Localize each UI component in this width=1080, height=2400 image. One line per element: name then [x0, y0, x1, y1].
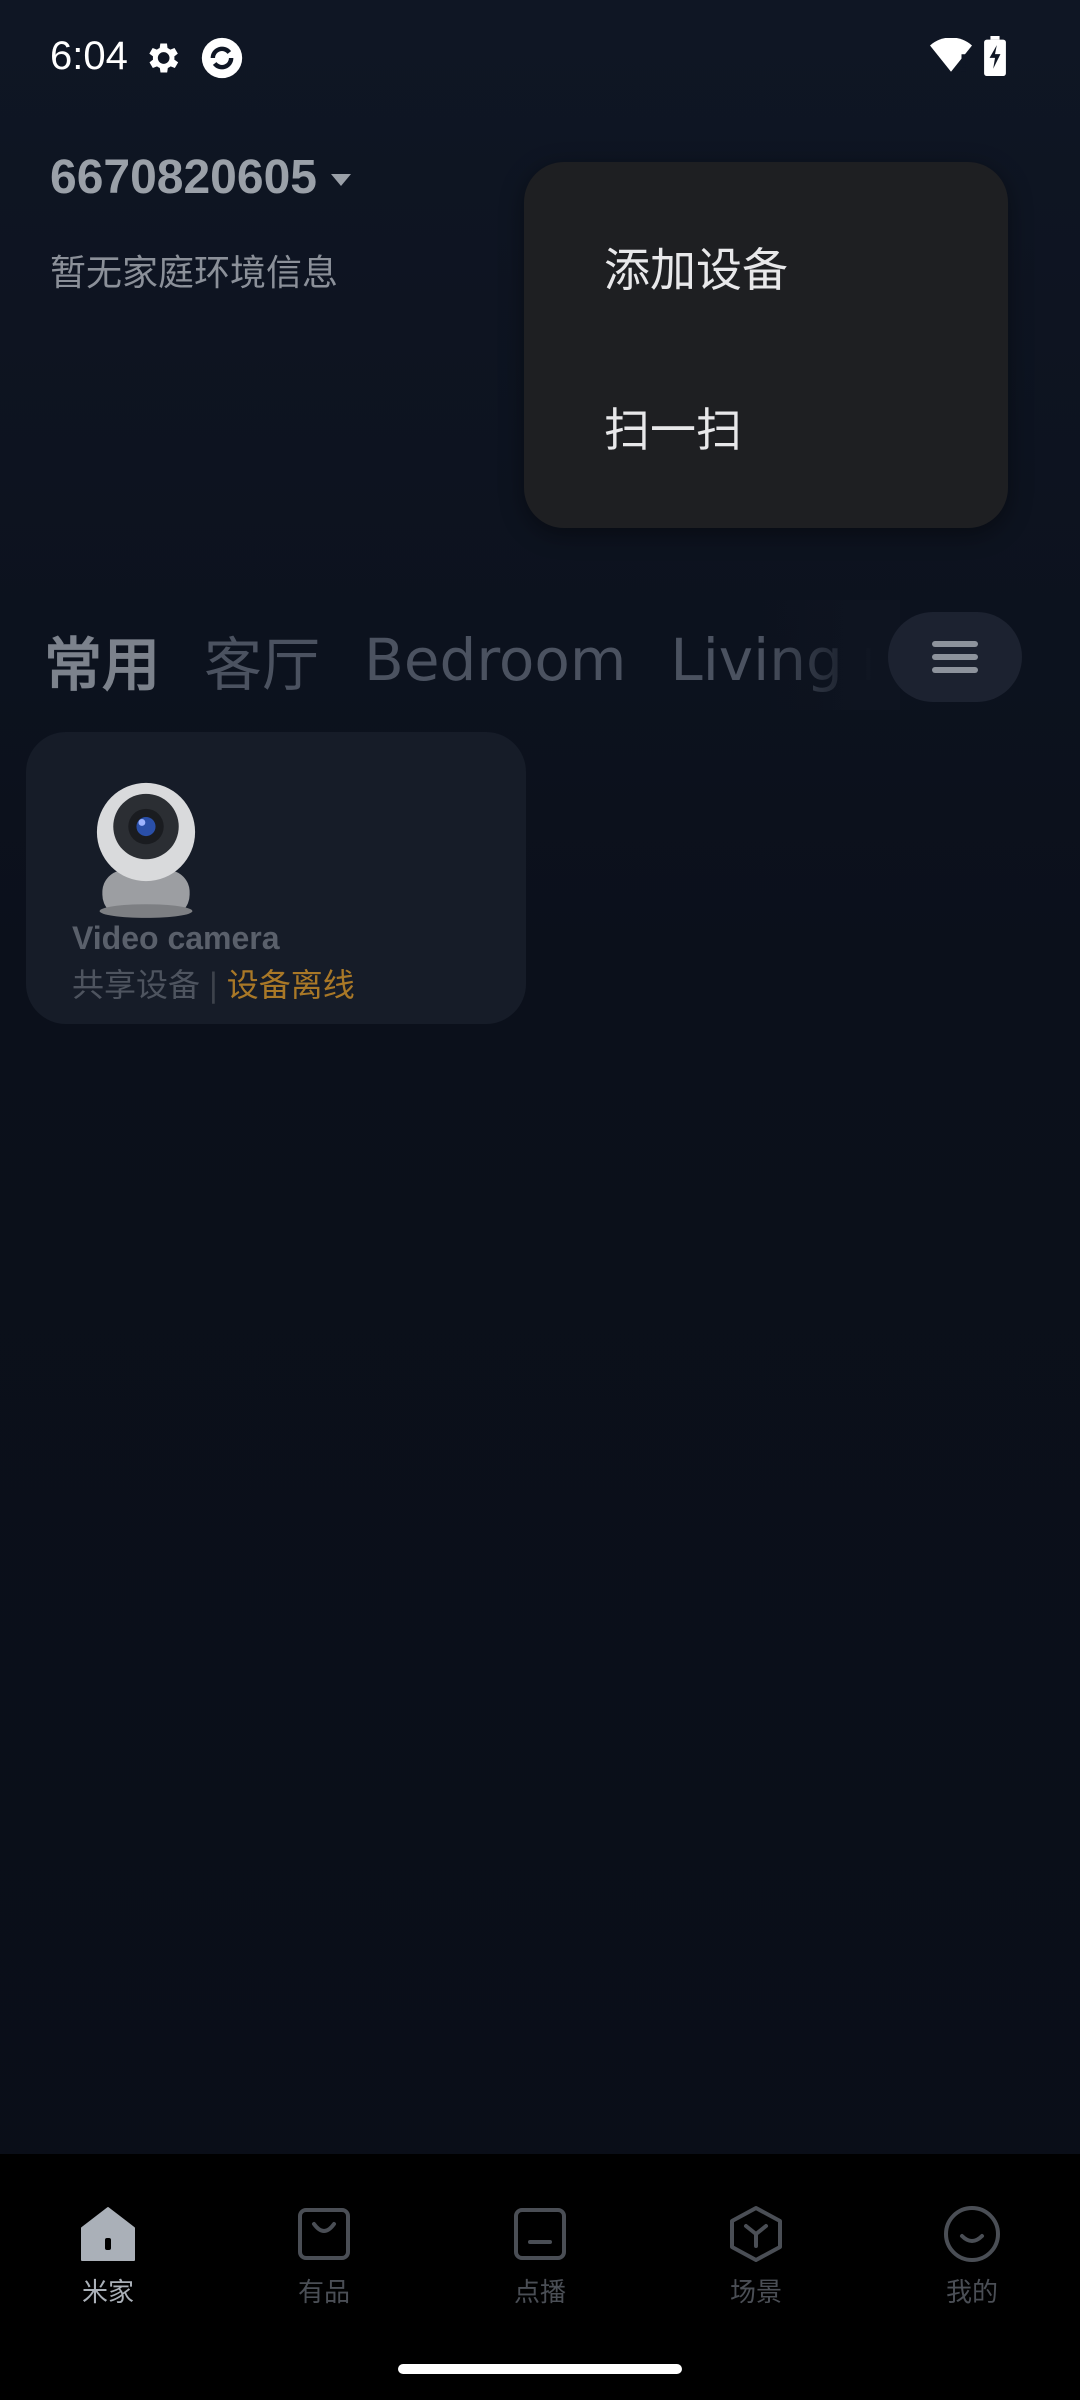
tab-favorites[interactable]: 常用 — [44, 618, 160, 702]
device-status-line: 共享设备 | 设备离线 — [72, 960, 355, 1006]
home-indicator[interactable] — [398, 2364, 682, 2374]
tab-living-room-cn[interactable]: 客厅 — [204, 618, 320, 702]
nav-label-media: 点播 — [513, 2278, 566, 2308]
nav-item-profile[interactable]: 我的 — [902, 2204, 1042, 2309]
home-selector[interactable]: 6670820605 — [50, 150, 351, 205]
tabs-fade — [760, 600, 900, 710]
app-notification-icon — [201, 37, 243, 79]
nav-label-profile: 我的 — [945, 2278, 998, 2308]
nav-item-scenes[interactable]: 场景 — [686, 2204, 826, 2309]
nav-item-shop[interactable]: 有品 — [254, 2204, 394, 2309]
room-tabs: 常用 客厅 Bedroom Living roo — [44, 610, 884, 710]
device-offline-status: 设备离线 — [226, 966, 355, 1004]
status-bar: 6:04 — [0, 0, 1080, 120]
dropdown-caret-icon — [330, 173, 351, 186]
smile-icon — [944, 2206, 1000, 2262]
cube-icon — [730, 2206, 782, 2262]
status-time: 6:04 — [50, 34, 128, 78]
nav-label-shop: 有品 — [297, 2278, 350, 2308]
menu-item-add-device[interactable]: 添加设备 — [604, 234, 788, 300]
nav-label-home: 米家 — [81, 2278, 134, 2308]
menu-item-scan[interactable]: 扫一扫 — [604, 394, 742, 460]
home-id: 6670820605 — [50, 151, 317, 204]
nav-item-media[interactable]: 点播 — [470, 2204, 610, 2309]
play-icon — [514, 2208, 566, 2260]
wifi-icon — [930, 38, 972, 72]
room-menu-button[interactable] — [888, 612, 1022, 702]
device-name: Video camera — [72, 920, 280, 956]
menu-icon — [932, 634, 978, 680]
add-menu-popup: 添加设备 扫一扫 — [524, 162, 1008, 528]
gear-icon — [149, 43, 179, 73]
home-icon — [81, 2207, 135, 2261]
status-separator: | — [208, 966, 219, 1004]
nav-item-home[interactable]: 米家 — [38, 2204, 178, 2309]
home-environment-info: 暂无家庭环境信息 — [50, 253, 339, 294]
tab-bedroom[interactable]: Bedroom — [364, 626, 626, 694]
device-card[interactable]: Video camera 共享设备 | 设备离线 — [26, 732, 526, 1024]
nav-label-scenes: 场景 — [729, 2278, 782, 2308]
battery-charging-icon — [984, 36, 1006, 76]
camera-icon — [96, 782, 196, 918]
bag-icon — [298, 2208, 350, 2260]
device-share-label: 共享设备 — [72, 966, 201, 1004]
